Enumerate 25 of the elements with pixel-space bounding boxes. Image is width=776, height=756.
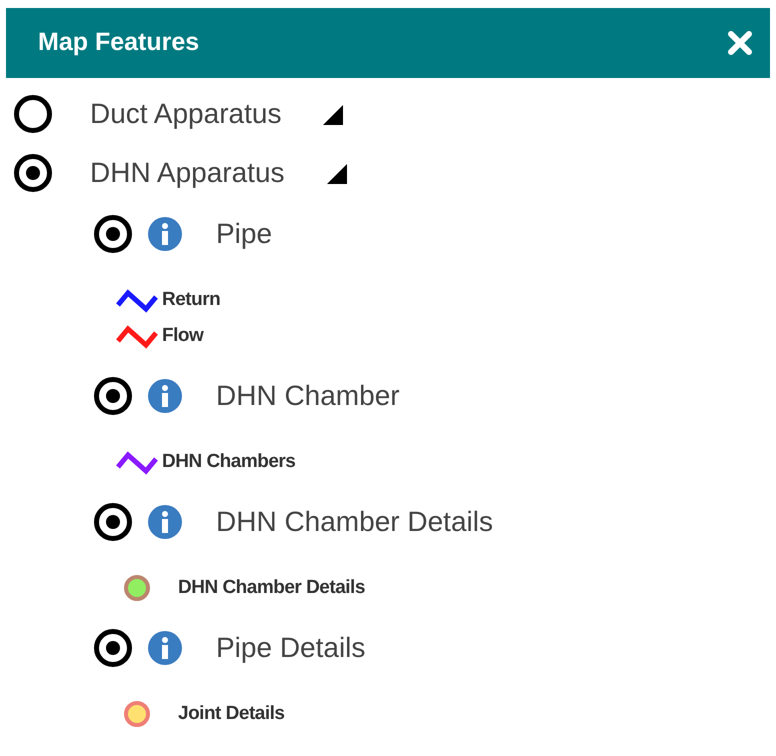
layer-radio[interactable] [94,377,132,415]
legend-label: Flow [162,324,204,348]
layer-label: Pipe [216,217,272,251]
radio-button[interactable] [14,154,52,192]
legend-label: DHN Chamber Details [178,576,365,600]
layer-label: DHN Chamber [216,379,400,413]
legend-label: Joint Details [178,702,284,726]
panel-title: Map Features [38,27,200,58]
info-icon[interactable] [148,379,182,413]
info-icon[interactable] [148,505,182,539]
group-label[interactable]: Duct Apparatus [90,92,282,134]
close-icon[interactable] [728,31,752,55]
layer-label: DHN Chamber Details [216,505,493,539]
radio-button[interactable] [14,94,52,132]
legend-label: Return [162,288,220,312]
layer-radio[interactable] [94,215,132,253]
info-icon[interactable] [148,217,182,251]
layer-label: Pipe Details [216,631,366,665]
expand-caret-icon[interactable] [324,162,347,184]
info-icon[interactable] [148,631,182,665]
layer-radio[interactable] [94,629,132,667]
expand-caret-icon[interactable] [321,102,344,124]
legend-label: DHN Chambers [162,450,296,474]
group-label[interactable]: DHN Apparatus [90,152,285,194]
layer-radio[interactable] [94,503,132,541]
